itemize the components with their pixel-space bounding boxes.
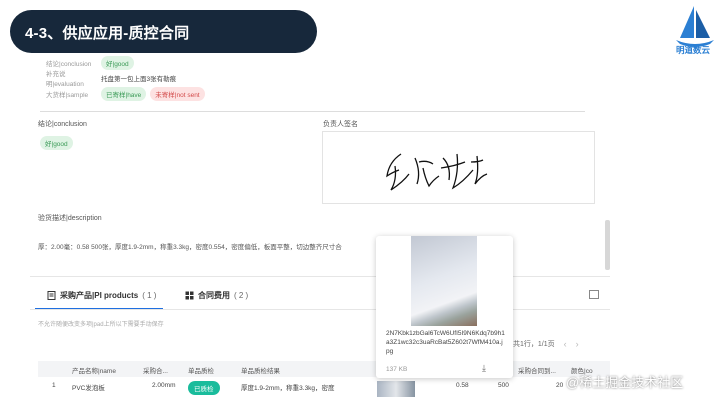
table-header: 产品名称|name 采购合... 单品质检 单品质检结果 采购合同到... 颜色… (38, 361, 610, 377)
table-row[interactable]: 1 PVC发泡板 2.00mm 已质检 厚度1.9-2mm，称重3.3kg，密度… (38, 378, 610, 398)
next-page-icon[interactable]: › (576, 339, 579, 349)
sample-row: 大货样|sample 已寄样|have 未寄样|not sent (46, 87, 209, 101)
download-icon[interactable]: ⤓ (482, 363, 486, 374)
qc-status-badge: 已质检 (188, 381, 220, 395)
attachment-size: 137 KB (386, 366, 408, 373)
table-icon (185, 291, 194, 300)
row-index: 1 (52, 382, 56, 389)
evaluation-row: 补充说明|evaluation 托盘第一包上面3张有勒痕 (46, 71, 177, 88)
tab-count: ( 1 ) (142, 291, 157, 300)
signature-box[interactable] (322, 131, 595, 204)
signature-label: 负责人签名 (323, 121, 358, 128)
tab-divider (30, 309, 610, 310)
slide-title: 4-3、供应应用-质控合同 (10, 10, 317, 53)
attachment-filename: 2N7Kbk1zbGal6TcW6UfI5I9N6Kdq7b9h1a3Z1wc3… (386, 330, 505, 355)
image-icon[interactable] (589, 290, 599, 299)
section-divider (30, 276, 610, 277)
col-header: 单品质检结果 (241, 368, 280, 375)
document-icon (47, 291, 56, 300)
sample-not-sent-tag[interactable]: 未寄样|not sent (150, 87, 205, 101)
pager-summary: 共1行，1/1页 (513, 341, 555, 348)
tab-label: 采购产品|PI products (60, 291, 139, 300)
signature-image (386, 153, 488, 191)
prev-page-icon[interactable]: ‹ (564, 339, 567, 349)
tab-label: 合同费用 (198, 291, 230, 300)
attachment-thumbnail[interactable] (377, 381, 415, 397)
cell-result: 厚度1.9-2mm，称重3.3kg，密度 (241, 385, 335, 392)
col-header: 产品名称|name (72, 368, 116, 375)
tab-count: ( 2 ) (234, 291, 249, 300)
evaluation-text: 托盘第一包上面3张有勒痕 (101, 76, 177, 83)
tab-contract-fees[interactable]: 合同费用 ( 2 ) (185, 290, 248, 301)
edit-hint: 不允许随便改变多项|pad上所以下需要手动保存 (38, 322, 164, 328)
conclusion-label: 结论|conclusion (38, 121, 87, 128)
cell-spec: 2.00mm (152, 382, 176, 389)
row-label: 补充说明|evaluation (46, 71, 84, 88)
cell-price: 0.58 (456, 382, 469, 389)
col-header: 采购合同到... (518, 368, 556, 375)
attachment-preview-popup: 2N7Kbk1zbGal6TcW6UfI5I9N6Kdq7b9h1a3Z1wc3… (376, 236, 513, 378)
conclusion-good-tag: 好|good (40, 136, 73, 150)
vertical-scrollbar[interactable] (605, 220, 610, 270)
attachment-photo[interactable] (411, 236, 477, 326)
row-label: 大货样|sample (46, 92, 89, 99)
col-header: 采购合... (143, 368, 168, 375)
cell-name: PVC发泡板 (72, 385, 105, 392)
row-label: 结论|conclusion (46, 61, 92, 68)
pagination: 共1行，1/1页 ‹ › (513, 339, 579, 349)
tab-pi-products[interactable]: 采购产品|PI products ( 1 ) (47, 290, 156, 301)
col-header: 单品质检 (188, 368, 214, 375)
logo-text: 明道数云 (675, 45, 710, 55)
description-label: 验货描述|description (38, 215, 102, 222)
cell-date: 20 (556, 382, 564, 389)
description-text: 厚：2.00毫：0.58 500张，厚度1.9-2mm，称重3.3kg，密度0.… (38, 244, 342, 251)
cell-qty: 500 (498, 382, 509, 389)
sample-sent-tag[interactable]: 已寄样|have (101, 87, 147, 101)
watermark: @稀土掘金技术社区 (566, 375, 684, 390)
good-tag: 好|good (101, 56, 134, 70)
detail-card: 结论|conclusion 好|good 补充说明|evaluation 托盘第… (40, 50, 585, 112)
